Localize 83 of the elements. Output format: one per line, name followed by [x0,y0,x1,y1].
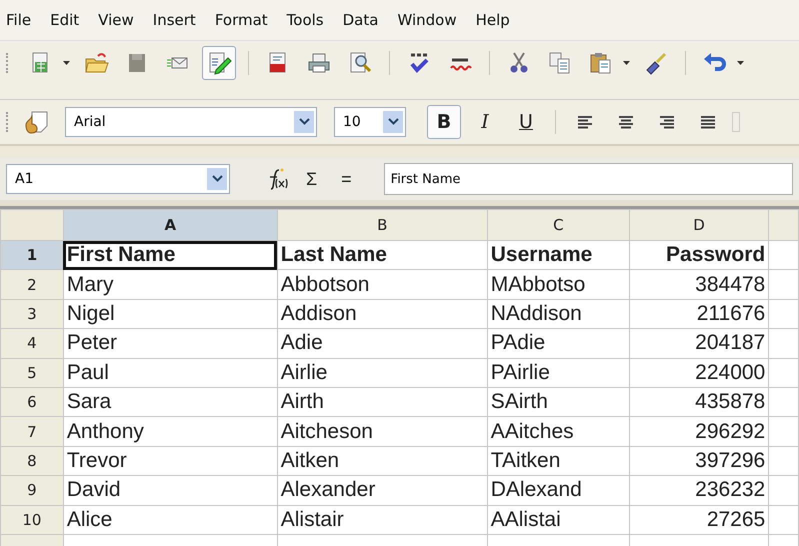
table-cell: First Name [66,243,176,266]
menu-item[interactable]: File [6,11,32,29]
row-header[interactable]: 4 [0,328,64,358]
menu-item[interactable]: Insert [152,11,196,29]
table-cell: TAitken [490,448,560,472]
styles-icon[interactable] [24,109,50,135]
table-cell: 296292 [695,420,766,443]
row-header[interactable]: 10 [0,505,64,534]
table-cell: 236232 [695,478,766,502]
row-header[interactable]: 6 [0,387,64,417]
sum-button[interactable]: Σ [300,168,324,190]
chevron-icon [388,118,398,126]
justify-icon [700,115,716,129]
underline-button[interactable]: U [509,105,543,139]
table-cell: Alice [66,508,112,531]
table-cell: 204187 [695,331,766,354]
table-cell: SAirth [490,390,548,414]
table-cell: Airlie [280,360,328,384]
column-header[interactable]: B [277,210,488,240]
align-right-icon [659,115,675,129]
function-button[interactable]: = [335,168,358,190]
column-header[interactable]: A [63,210,278,240]
chevron-icon [298,118,310,126]
table-cell: Alistair [280,508,344,531]
table-cell: PAdie [490,331,546,354]
table-cell: Sara [66,390,112,414]
caret-icon[interactable] [63,60,70,66]
table-cell: 224000 [695,360,766,384]
align-left-icon [577,115,593,129]
font-size-dropdown[interactable]: 10 [334,107,406,137]
table-cell: Mary [66,272,114,296]
menu-item[interactable]: Data [342,11,378,29]
table-cell: Airth [280,390,324,414]
table-cell: Aitken [280,448,340,472]
align-center-icon [618,115,634,129]
bold-button[interactable]: B [427,105,461,139]
table-cell: 211676 [696,302,766,325]
row-header[interactable]: 9 [0,476,64,506]
table-cell: Abbotson [280,272,370,296]
name-box[interactable]: A1 [6,164,230,194]
row-header[interactable]: 8 [0,446,64,476]
table-cell: Aitcheson [280,420,373,443]
table-cell: AAlistai [490,508,561,531]
menu-item[interactable]: View [98,11,134,29]
chevron-icon [212,175,222,183]
font-name-dropdown[interactable]: Arial [65,107,317,137]
menu-item[interactable]: Edit [50,11,80,29]
row-header[interactable]: 7 [0,416,64,446]
menu-item[interactable]: Format [214,11,268,29]
caret-icon[interactable] [623,60,630,66]
table-cell: 384478 [695,272,766,296]
table-cell: DAlexand [490,478,582,502]
table-cell: NAddison [490,302,582,325]
table-cell: Trevor [66,448,127,472]
table-cell: PAirlie [490,360,550,384]
column-header[interactable]: C [487,210,630,240]
row-header[interactable]: 3 [0,299,64,329]
table-cell: Addison [280,302,357,325]
table-cell: Adie [280,331,323,354]
table-cell: David [66,478,121,502]
menu-item[interactable]: Tools [286,11,324,29]
row-header[interactable]: 5 [0,358,64,388]
table-cell: Anthony [66,420,144,443]
column-header[interactable]: D [629,210,769,240]
pencil-document-button[interactable] [202,46,236,80]
table-cell: AAitches [490,420,574,443]
row-header[interactable]: 2 [0,270,64,300]
table-cell: Username [490,243,592,266]
table-cell: Nigel [66,302,115,325]
table-cell: Alexander [280,478,376,502]
menu-item[interactable]: Window [397,11,457,29]
table-cell: 27265 [706,508,766,531]
table-cell: 397296 [695,448,766,472]
table-cell: Last Name [280,243,387,266]
table-cell: 435878 [695,390,766,414]
table-cell: Password [666,243,766,266]
menu-item[interactable]: Help [476,11,510,29]
table-cell: MAbbotso [490,272,586,296]
table-cell: Paul [66,360,109,384]
italic-button[interactable]: I [468,105,502,139]
caret-icon[interactable] [737,60,744,66]
table-cell: Peter [66,331,118,354]
row-header[interactable]: 1 [0,240,64,270]
